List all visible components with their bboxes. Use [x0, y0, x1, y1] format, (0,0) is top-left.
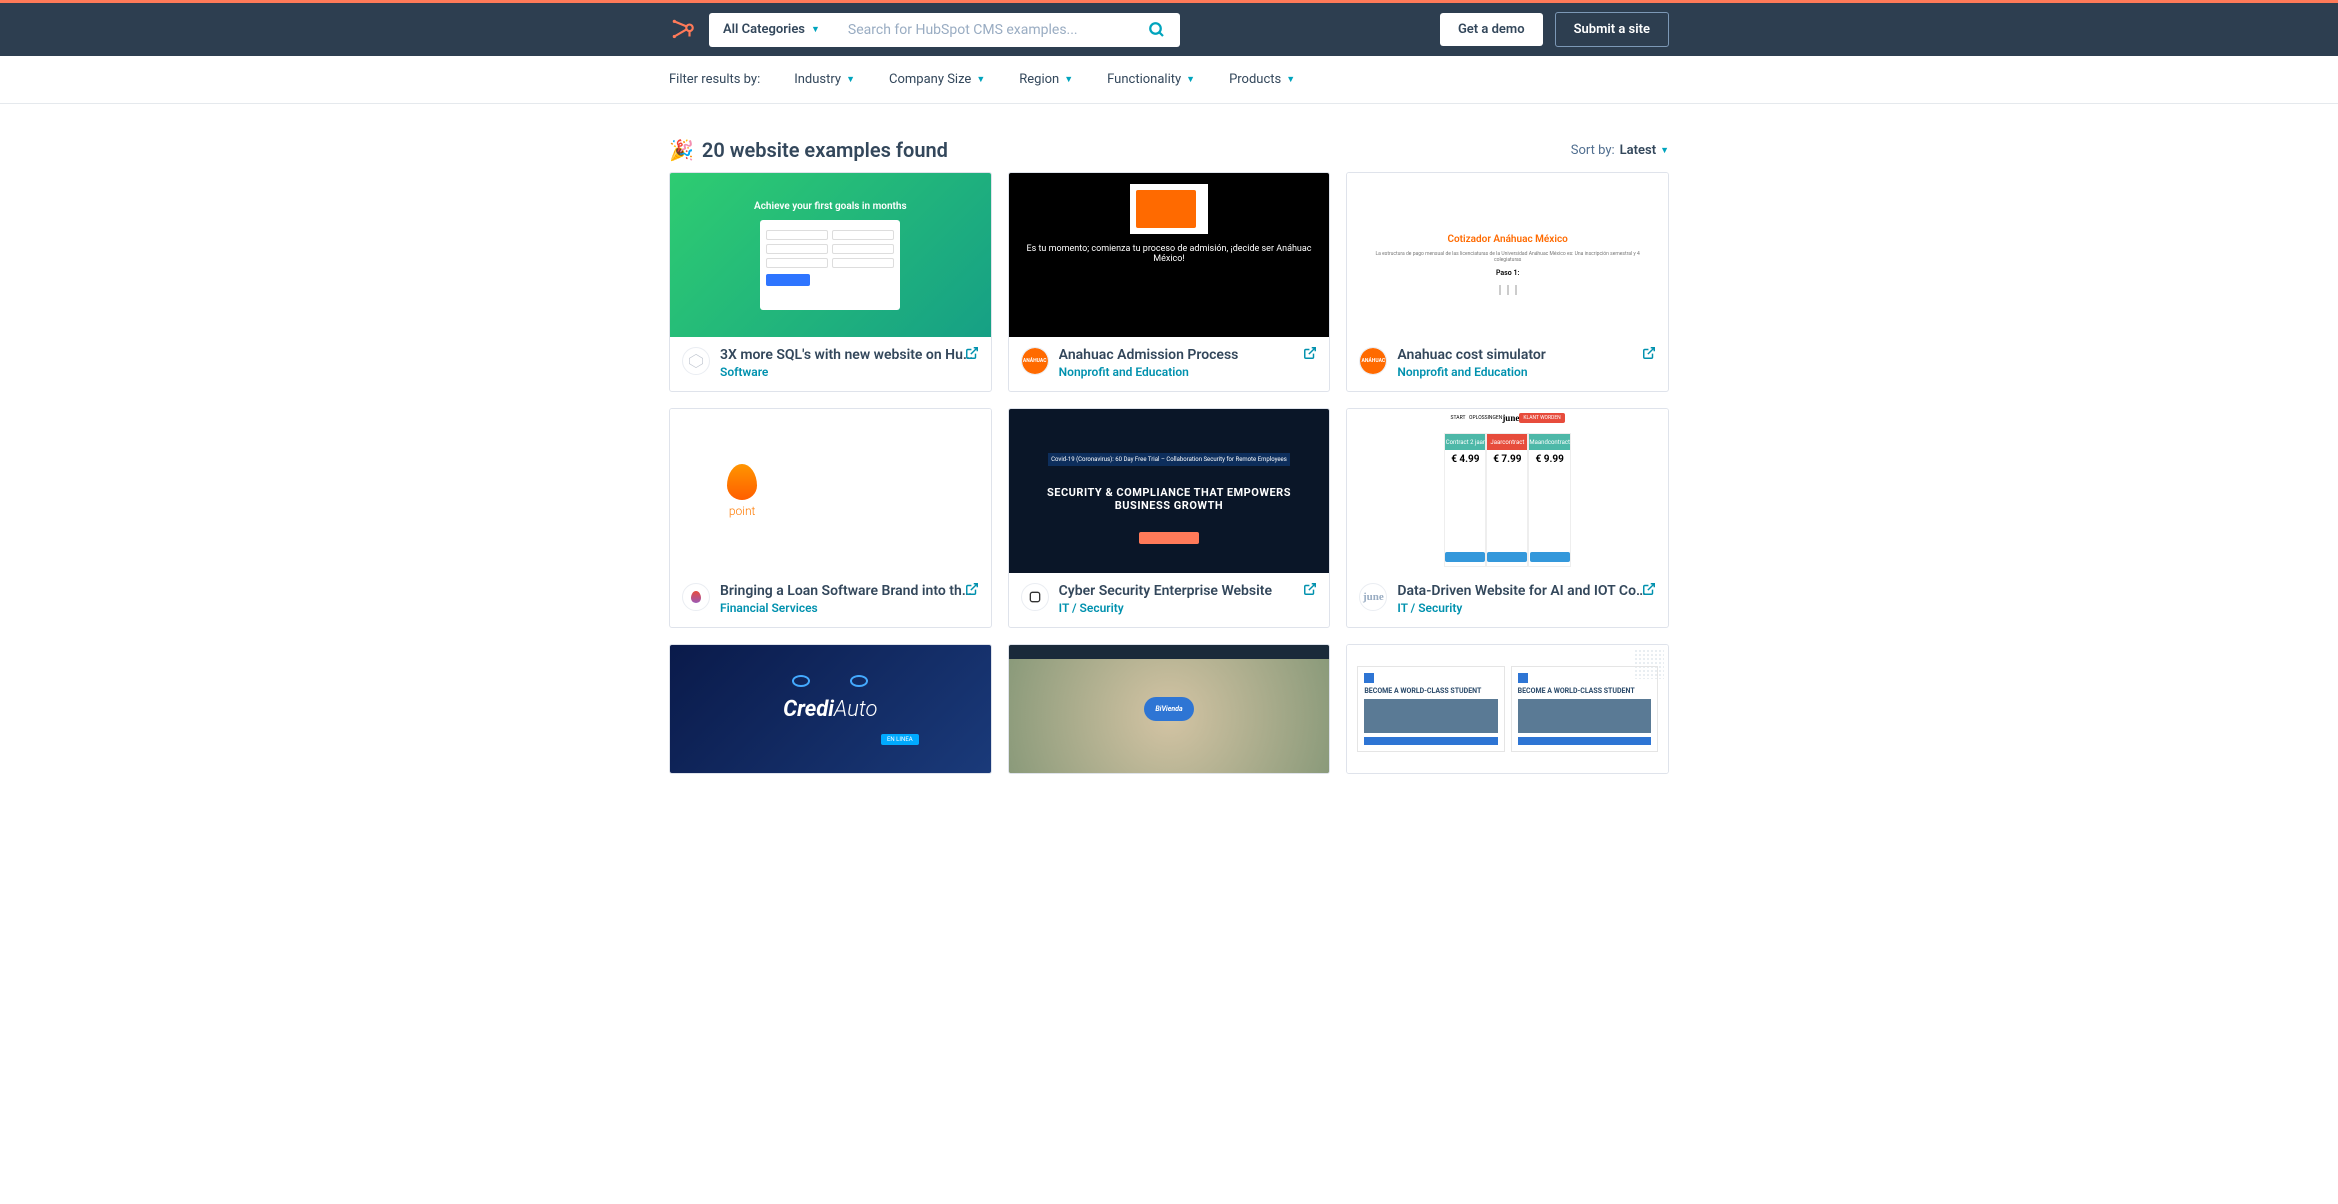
result-card[interactable]: Covid-19 (Coronavirus): 60 Day Free Tria… [1008, 408, 1331, 628]
card-thumbnail: point [670, 409, 991, 573]
card-thumbnail: START OPLOSSINGENjuneKLANT WORDEN Contra… [1347, 409, 1668, 573]
get-demo-button[interactable]: Get a demo [1440, 13, 1543, 46]
external-link-icon[interactable] [965, 345, 979, 364]
card-logo [682, 583, 710, 611]
external-link-icon[interactable] [1303, 581, 1317, 600]
search-icon [1148, 21, 1166, 39]
caret-down-icon: ▼ [1286, 74, 1295, 85]
external-link-icon[interactable] [965, 581, 979, 600]
caret-down-icon: ▼ [976, 74, 985, 85]
card-title: Cyber Security Enterprise Website [1059, 583, 1318, 599]
result-card[interactable]: CrediAuto EN LINEA [669, 644, 992, 774]
results-grid: Achieve your first goals in months 3X mo… [669, 172, 1669, 794]
filter-industry[interactable]: Industry▼ [794, 72, 855, 87]
search-button[interactable] [1134, 13, 1180, 47]
caret-down-icon: ▼ [1660, 145, 1669, 156]
search-container: All Categories ▼ [709, 13, 1180, 47]
card-thumbnail: BECOME A WORLD-CLASS STUDENT BECOME A WO… [1347, 645, 1668, 773]
card-logo: ANÁHUAC [1359, 347, 1387, 375]
card-category[interactable]: Nonprofit and Education [1397, 365, 1656, 379]
caret-down-icon: ▼ [1186, 74, 1195, 85]
filter-company-size[interactable]: Company Size▼ [889, 72, 985, 87]
external-link-icon[interactable] [1642, 345, 1656, 364]
caret-down-icon: ▼ [811, 24, 820, 35]
filter-label: Filter results by: [669, 72, 760, 87]
card-logo [682, 347, 710, 375]
results-header: 🎉 20 website examples found Sort by: Lat… [669, 104, 1669, 172]
external-link-icon[interactable] [1642, 581, 1656, 600]
result-card[interactable]: BiVienda [1008, 644, 1331, 774]
result-card[interactable]: Cotizador Anáhuac México La estructura d… [1346, 172, 1669, 392]
category-dropdown[interactable]: All Categories ▼ [709, 13, 834, 47]
card-thumbnail: Achieve your first goals in months [670, 173, 991, 337]
card-title: 3X more SQL's with new website on HubSpo… [720, 347, 979, 363]
result-card[interactable]: BECOME A WORLD-CLASS STUDENT BECOME A WO… [1346, 644, 1669, 774]
header: All Categories ▼ Get a demo Submit a sit… [0, 3, 2338, 56]
card-title: Data-Driven Website for AI and IOT Compa… [1397, 583, 1656, 599]
sort-control: Sort by: Latest ▼ [1571, 143, 1669, 158]
filter-region[interactable]: Region▼ [1019, 72, 1073, 87]
filter-products[interactable]: Products▼ [1229, 72, 1295, 87]
card-category[interactable]: Financial Services [720, 601, 979, 615]
filter-functionality[interactable]: Functionality▼ [1107, 72, 1195, 87]
result-card[interactable]: START OPLOSSINGENjuneKLANT WORDEN Contra… [1346, 408, 1669, 628]
card-thumbnail: Covid-19 (Coronavirus): 60 Day Free Tria… [1009, 409, 1330, 573]
result-card[interactable]: Es tu momento; comienza tu proceso de ad… [1008, 172, 1331, 392]
card-category[interactable]: Nonprofit and Education [1059, 365, 1318, 379]
card-thumbnail: Cotizador Anáhuac México La estructura d… [1347, 173, 1668, 337]
card-logo [1021, 583, 1049, 611]
card-thumbnail: Es tu momento; comienza tu proceso de ad… [1009, 173, 1330, 337]
results-heading: 🎉 20 website examples found [669, 138, 948, 162]
category-label: All Categories [723, 22, 805, 37]
card-title: Anahuac Admission Process [1059, 347, 1318, 363]
hubspot-logo-icon[interactable] [669, 16, 697, 44]
card-logo: june [1359, 583, 1387, 611]
caret-down-icon: ▼ [846, 74, 855, 85]
filter-bar: Filter results by: Industry▼ Company Siz… [0, 56, 2338, 104]
card-thumbnail: BiVienda [1009, 645, 1330, 773]
card-thumbnail: CrediAuto EN LINEA [670, 645, 991, 773]
caret-down-icon: ▼ [1064, 74, 1073, 85]
card-title: Anahuac cost simulator [1397, 347, 1656, 363]
result-card[interactable]: Achieve your first goals in months 3X mo… [669, 172, 992, 392]
sort-dropdown[interactable]: Latest ▼ [1620, 143, 1669, 158]
search-input[interactable] [834, 13, 1134, 47]
submit-site-button[interactable]: Submit a site [1555, 12, 1669, 47]
card-category[interactable]: Software [720, 365, 979, 379]
sort-label: Sort by: [1571, 143, 1615, 158]
external-link-icon[interactable] [1303, 345, 1317, 364]
card-title: Bringing a Loan Software Brand into the … [720, 583, 979, 599]
party-popper-icon: 🎉 [669, 138, 694, 162]
card-category[interactable]: IT / Security [1397, 601, 1656, 615]
result-card[interactable]: point Bringing a Loan Software Brand int… [669, 408, 992, 628]
card-logo: ANÁHUAC [1021, 347, 1049, 375]
card-category[interactable]: IT / Security [1059, 601, 1318, 615]
